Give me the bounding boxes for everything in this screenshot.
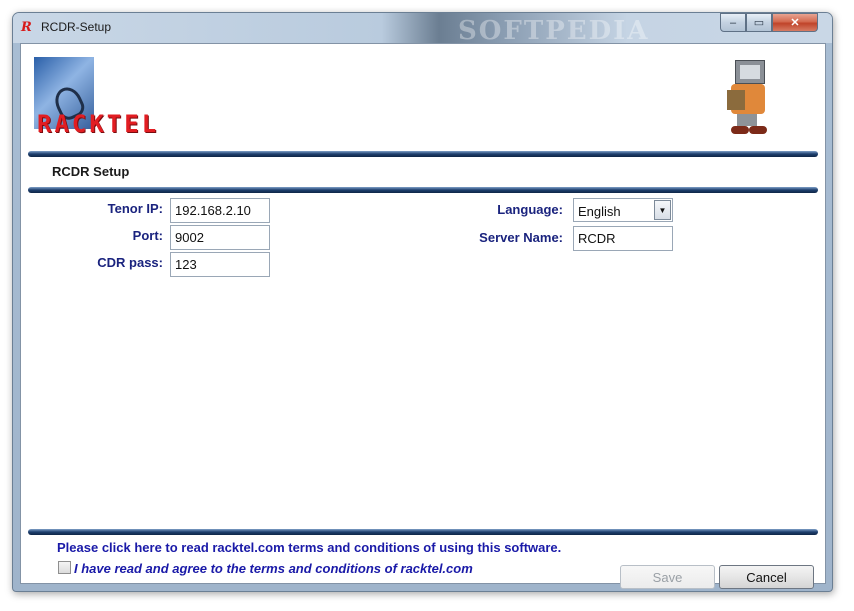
title-bar[interactable]: R RCDR-Setup SOFTPEDIA – ▭ ✕ bbox=[13, 13, 832, 46]
close-icon: ✕ bbox=[790, 17, 800, 29]
language-label: Language: bbox=[497, 202, 563, 217]
app-logo-icon: R bbox=[21, 20, 32, 35]
window-title: RCDR-Setup bbox=[41, 20, 112, 34]
tenor-ip-input[interactable] bbox=[170, 198, 270, 223]
mascot-icon bbox=[727, 60, 771, 134]
app-window: R RCDR-Setup SOFTPEDIA – ▭ ✕ RACKTEL RCD… bbox=[12, 12, 833, 592]
port-input[interactable] bbox=[170, 225, 270, 250]
cdr-pass-label: CDR pass: bbox=[97, 255, 163, 270]
client-area: RACKTEL RCDR Setup Tenor IP: Port: CDR p… bbox=[20, 43, 826, 589]
server-name-label: Server Name: bbox=[479, 230, 563, 245]
chevron-down-icon[interactable]: ▼ bbox=[654, 200, 671, 220]
minimize-button[interactable]: – bbox=[720, 13, 746, 32]
brand-logo: RACKTEL bbox=[37, 110, 160, 138]
terms-link[interactable]: Please click here to read racktel.com te… bbox=[57, 540, 561, 555]
port-label: Port: bbox=[132, 228, 163, 243]
minimize-icon: – bbox=[729, 16, 737, 29]
header-banner: RACKTEL bbox=[21, 44, 825, 144]
language-value: English bbox=[578, 204, 621, 219]
divider-header bbox=[28, 187, 818, 193]
language-select[interactable]: English ▼ bbox=[573, 198, 673, 222]
section-title: RCDR Setup bbox=[52, 164, 130, 179]
close-button[interactable]: ✕ bbox=[772, 13, 818, 32]
divider-top bbox=[28, 151, 818, 157]
watermark: SOFTPEDIA bbox=[458, 16, 650, 46]
maximize-button[interactable]: ▭ bbox=[746, 13, 772, 32]
server-name-input[interactable] bbox=[573, 226, 673, 251]
divider-footer bbox=[28, 529, 818, 535]
tenor-ip-label: Tenor IP: bbox=[107, 201, 163, 216]
cancel-button[interactable]: Cancel bbox=[719, 565, 814, 589]
cdr-pass-input[interactable] bbox=[170, 252, 270, 277]
save-button[interactable]: Save bbox=[620, 565, 715, 589]
maximize-icon: ▭ bbox=[753, 17, 765, 29]
agree-label[interactable]: I have read and agree to the terms and c… bbox=[74, 561, 473, 576]
agree-checkbox[interactable] bbox=[58, 561, 71, 574]
